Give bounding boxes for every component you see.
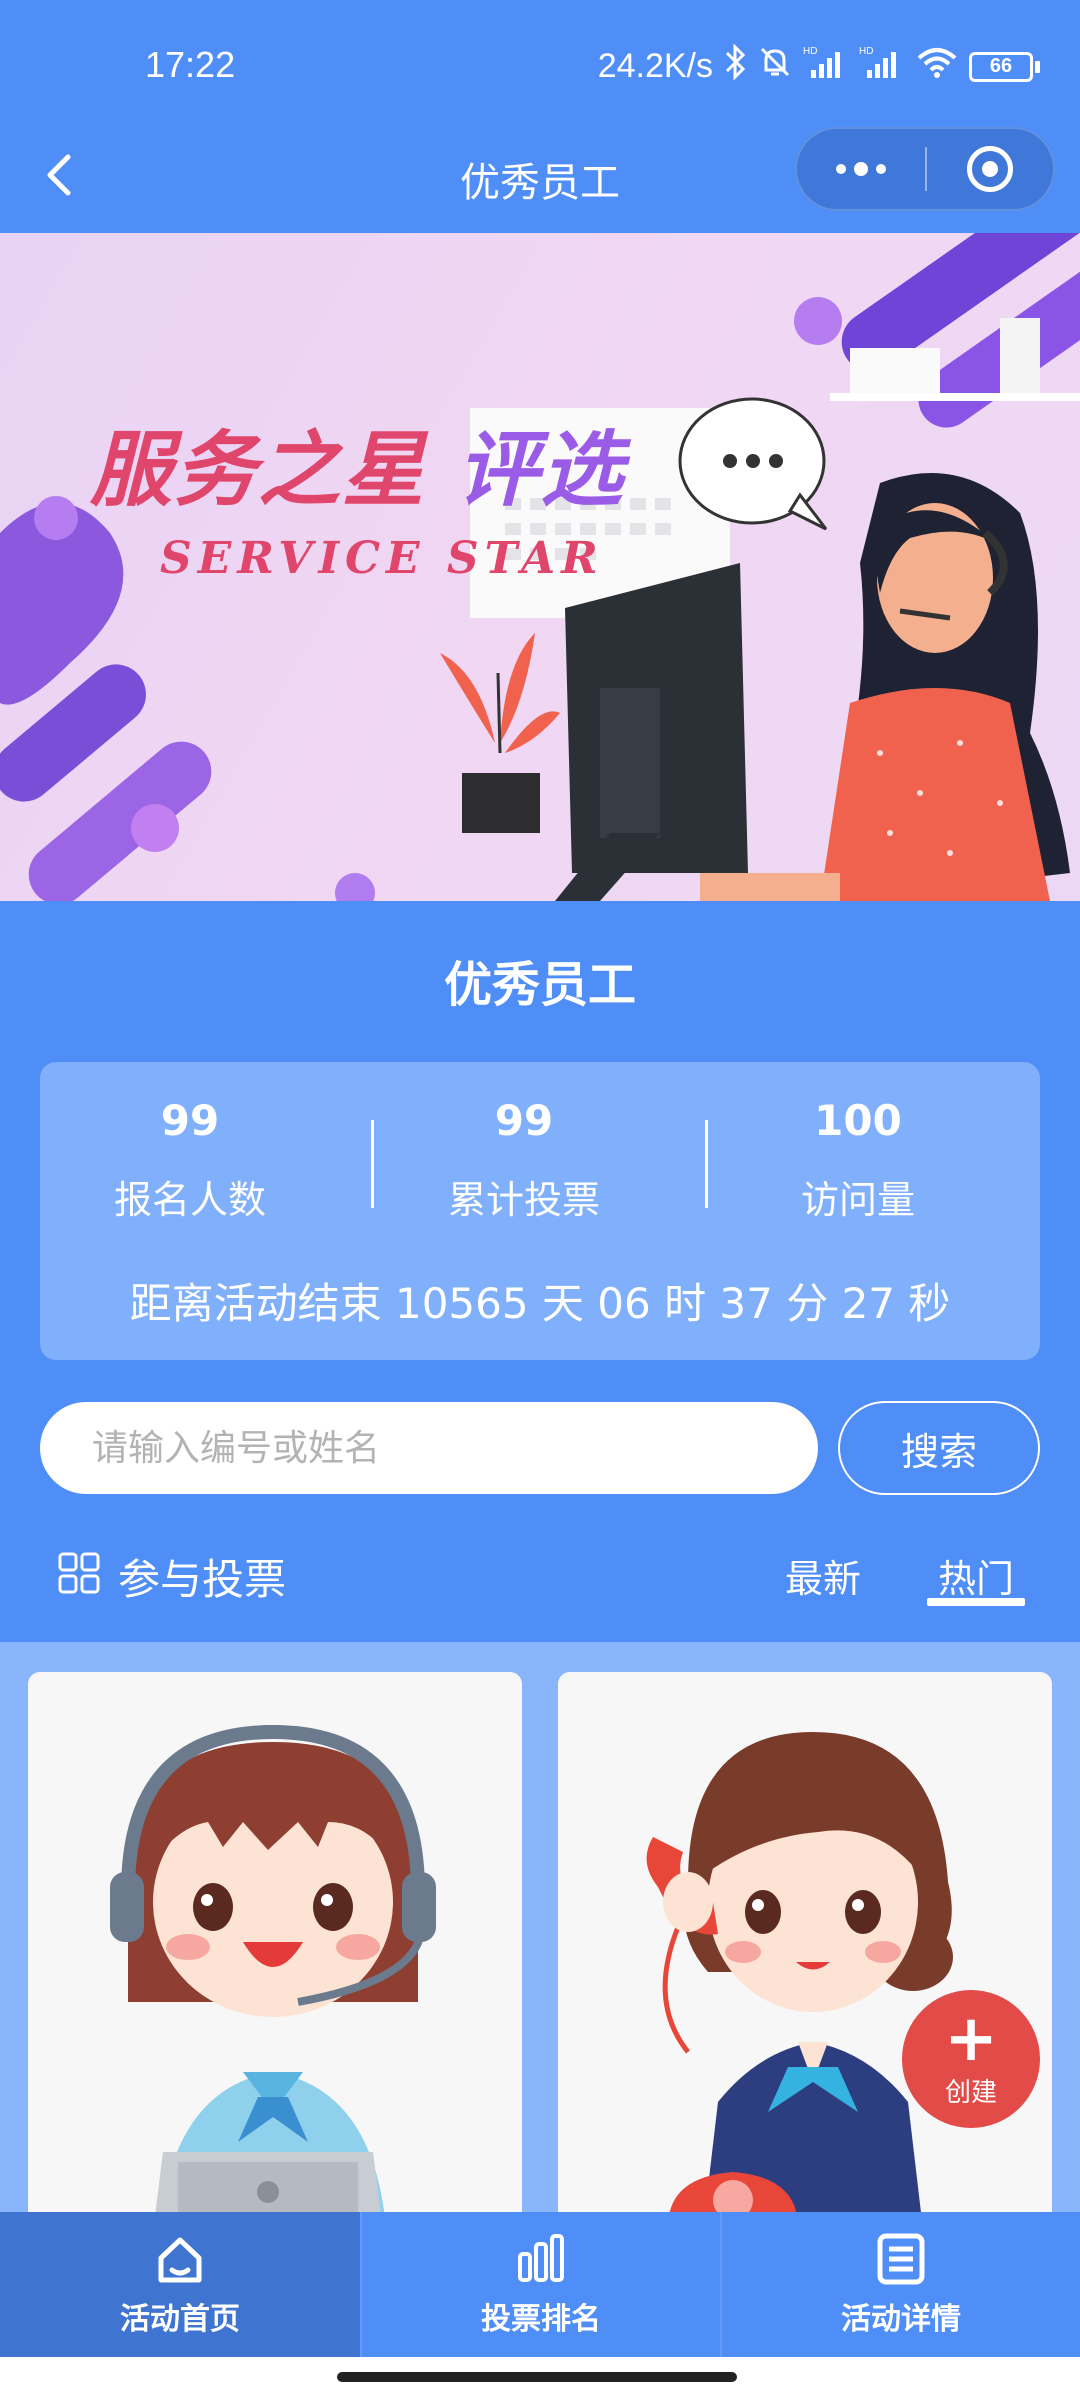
home-indicator[interactable] [337, 2372, 737, 2382]
activity-title: 优秀员工 [443, 957, 636, 1013]
status-time: 17:22 [145, 44, 236, 85]
svg-text:HD: HD [859, 46, 873, 57]
banner-image: 服务之星 评选 SERVICE STAR [0, 233, 1080, 901]
nav-bar: 优秀员工 [0, 120, 1080, 235]
banner-subtitle: SERVICE STAR [160, 533, 604, 584]
stat-value: 99 [160, 1096, 220, 1145]
create-button[interactable]: + 创建 [902, 1990, 1040, 2128]
stat-value: 100 [814, 1096, 902, 1145]
nav-item-label: 投票排名 [481, 2301, 601, 2337]
candidate-photo [110, 1724, 436, 2212]
grid-icon [58, 1552, 100, 1594]
candidate-card[interactable] [558, 1672, 1052, 2212]
tab-hot[interactable]: 热门 [938, 1548, 1014, 1603]
stat-value: 99 [494, 1096, 554, 1145]
mute-bell-icon [757, 44, 793, 89]
nav-item-ranking[interactable]: 投票排名 [360, 2212, 720, 2357]
stat-visits: 100 访问量 [708, 1096, 1008, 1224]
hd-signal-icon: HD [859, 44, 905, 89]
vote-section-header: 参与投票 最新 热门 [0, 1530, 1080, 1610]
nav-item-label: 活动首页 [120, 2301, 240, 2337]
stat-label: 访问量 [800, 1178, 915, 1222]
candidate-list [0, 1642, 1080, 2212]
mini-program-capsule [795, 127, 1055, 211]
stat-label: 报名人数 [113, 1178, 266, 1222]
tab-latest[interactable]: 最新 [785, 1548, 861, 1603]
target-icon [966, 146, 1013, 192]
close-mini-program-button[interactable] [927, 127, 1053, 211]
stat-votes: 99 累计投票 [374, 1096, 674, 1224]
plus-icon: + [944, 2001, 998, 2076]
status-icons: 24.2K/s HD HD 66 [597, 43, 1040, 89]
create-label: 创建 [944, 2077, 997, 2108]
search-button[interactable]: 搜索 [838, 1401, 1040, 1495]
search-input[interactable] [40, 1402, 818, 1494]
bluetooth-icon [723, 43, 747, 89]
status-bar: 17:22 24.2K/s HD HD 66 [0, 0, 1080, 130]
wifi-icon [915, 44, 959, 89]
candidate-card[interactable] [28, 1672, 522, 2212]
banner-title: 服务之星 评选 [90, 422, 625, 518]
more-button[interactable] [797, 127, 925, 211]
battery-icon: 66 [969, 51, 1040, 82]
bar-chart-icon [518, 2233, 564, 2282]
network-speed: 24.2K/s [597, 47, 713, 85]
svg-text:HD: HD [803, 46, 817, 57]
nav-item-details[interactable]: 活动详情 [720, 2212, 1080, 2357]
countdown-text: 距离活动结束 10565 天 06 时 37 分 27 秒 [129, 1279, 951, 1328]
details-icon [877, 2233, 925, 2284]
stat-label: 累计投票 [447, 1178, 600, 1222]
candidate-photo [646, 1732, 953, 2212]
vote-section-label: 参与投票 [118, 1555, 287, 1604]
battery-level: 66 [969, 51, 1033, 82]
system-gesture-area [0, 2357, 1080, 2400]
bottom-navigation: 活动首页 投票排名 活动详情 [0, 2212, 1080, 2357]
hd-signal-icon: HD [803, 44, 849, 89]
home-icon [158, 2237, 202, 2282]
nav-item-label: 活动详情 [841, 2301, 961, 2337]
stats-card: 99 报名人数 99 累计投票 100 访问量 距离活动结束 10565 天 0… [40, 1062, 1040, 1360]
nav-item-home[interactable]: 活动首页 [0, 2212, 360, 2357]
stat-signups: 99 报名人数 [40, 1096, 340, 1224]
active-tab-indicator [927, 1598, 1025, 1606]
